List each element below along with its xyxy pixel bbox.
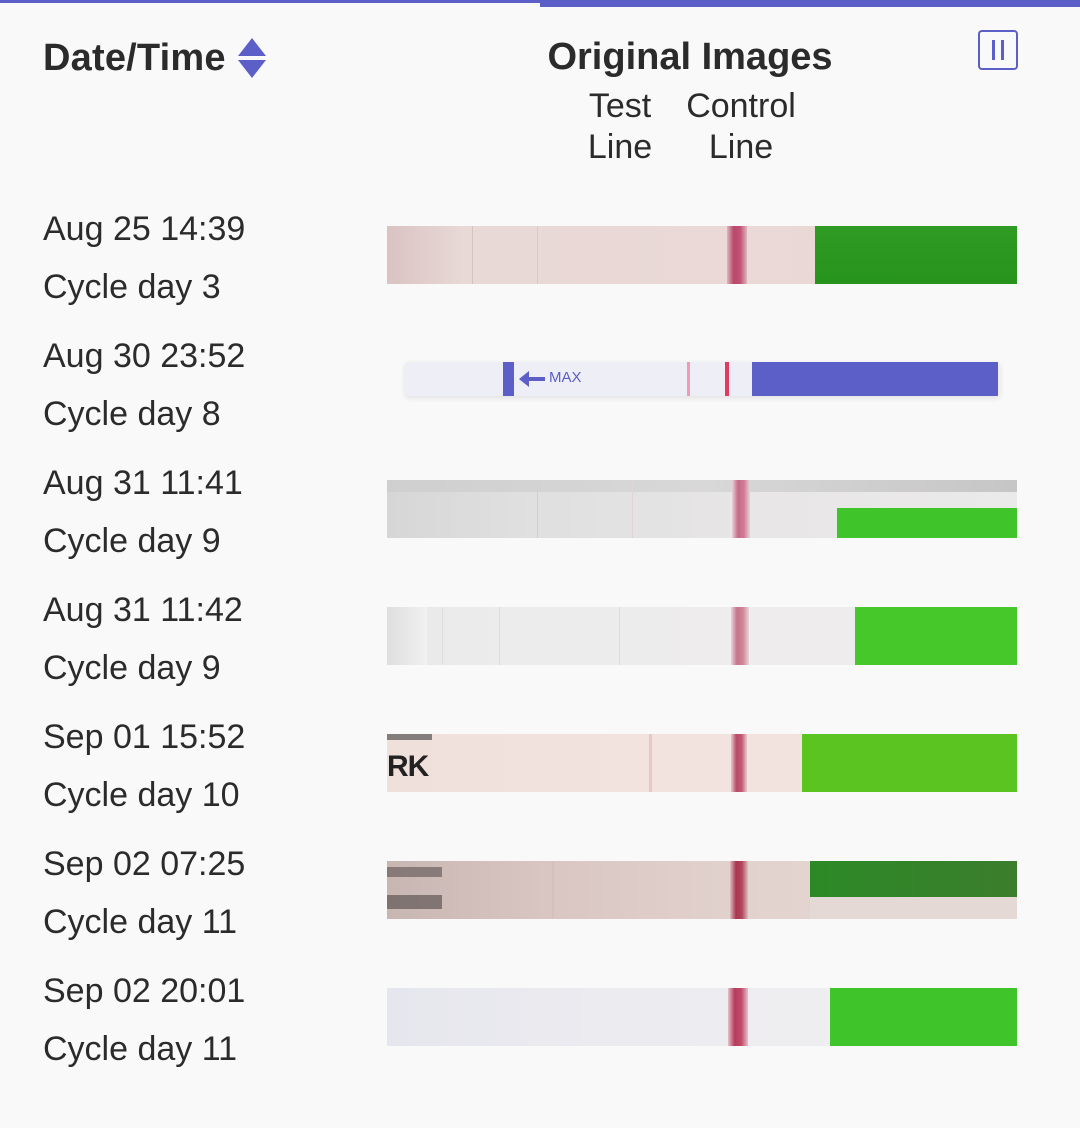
list-item[interactable]: Aug 25 14:39 Cycle day 3: [0, 209, 1080, 336]
date-time-header[interactable]: Date/Time: [43, 36, 268, 80]
row-cycle-day: Cycle day 10: [43, 776, 240, 814]
test-strip-image: [387, 988, 1017, 1046]
row-date: Aug 30 23:52: [43, 337, 246, 375]
row-date: Sep 02 07:25: [43, 845, 246, 883]
date-time-label: Date/Time: [43, 36, 226, 79]
tab-indicator-active: [540, 0, 1080, 7]
row-date: Aug 31 11:42: [43, 591, 243, 629]
control-line-label: Control Line: [686, 87, 796, 166]
test-line-label: Test Line: [587, 87, 653, 166]
test-strip-image: [387, 480, 1017, 538]
row-cycle-day: Cycle day 9: [43, 522, 221, 560]
list-item[interactable]: Sep 02 20:01 Cycle day 11: [0, 971, 1080, 1098]
strip-printed-text: RK: [387, 750, 429, 783]
row-cycle-day: Cycle day 3: [43, 268, 221, 306]
row-cycle-day: Cycle day 11: [43, 1030, 238, 1068]
pause-button[interactable]: [978, 30, 1018, 70]
test-strip-image: [387, 861, 1017, 919]
test-strip-image: RK: [387, 734, 1017, 792]
test-strip-image: [387, 607, 1017, 665]
sort-up-down-icon[interactable]: [236, 36, 268, 80]
row-date: Aug 25 14:39: [43, 210, 246, 248]
row-cycle-day: Cycle day 8: [43, 395, 221, 433]
row-cycle-day: Cycle day 9: [43, 649, 221, 687]
list-item[interactable]: Aug 30 23:52 Cycle day 8 MAX: [0, 336, 1080, 463]
list-item[interactable]: Aug 31 11:42 Cycle day 9: [0, 590, 1080, 717]
tab-indicator: [0, 0, 1080, 8]
control-line-header: Control Line: [676, 86, 806, 168]
test-line-header: Test Line: [570, 86, 670, 168]
row-date: Sep 02 20:01: [43, 972, 246, 1010]
row-cycle-day: Cycle day 11: [43, 903, 238, 941]
row-date: Sep 01 15:52: [43, 718, 246, 756]
list-item[interactable]: Sep 02 07:25 Cycle day 11: [0, 844, 1080, 971]
list-item[interactable]: Sep 01 15:52 Cycle day 10 RK: [0, 717, 1080, 844]
max-label: MAX: [549, 369, 582, 386]
tab-indicator-inactive: [0, 0, 540, 3]
list-item[interactable]: Aug 31 11:41 Cycle day 9: [0, 463, 1080, 590]
arrow-left-icon: [519, 371, 545, 387]
original-images-header: Original Images: [547, 36, 833, 78]
row-date: Aug 31 11:41: [43, 464, 243, 502]
test-strip-image: [387, 226, 1017, 284]
test-strip-illustration: MAX: [405, 362, 1000, 396]
